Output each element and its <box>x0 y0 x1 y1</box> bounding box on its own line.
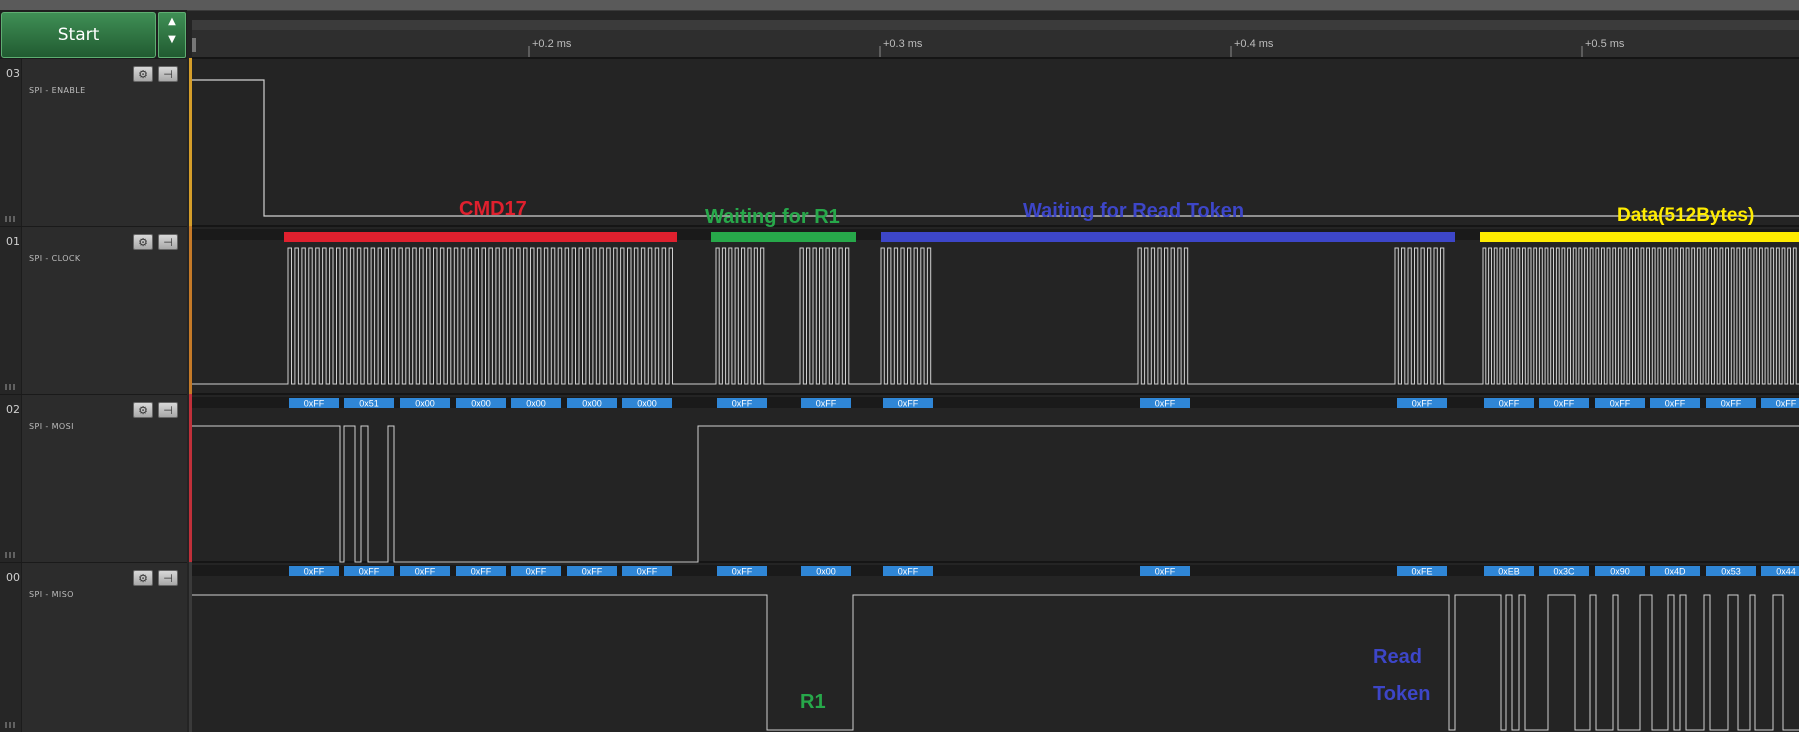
mosi-byte-label: 0x00 <box>471 399 491 409</box>
mosi-byte-label: 0x00 <box>582 399 602 409</box>
phase-label-data: Data(512Bytes) <box>1617 205 1754 226</box>
phase-label-waiting-r1: Waiting for R1 <box>705 206 840 228</box>
mosi-byte-label: 0x51 <box>359 399 379 409</box>
mosi-byte-label: 0xFF <box>1155 399 1176 409</box>
scroll-track[interactable] <box>192 20 1799 30</box>
phase-label-waiting-token: Waiting for Read Token <box>1023 200 1244 222</box>
drag-handle-icon[interactable] <box>5 216 17 222</box>
timeline-tick-label: +0.5 ms <box>1585 38 1625 50</box>
drag-handle-icon[interactable] <box>5 722 17 728</box>
miso-byte-label: 0x00 <box>816 567 836 577</box>
channel-name: SPI - MOSI <box>29 422 74 431</box>
miso-byte-label: 0x4D <box>1664 567 1686 577</box>
miso-byte-label: 0x44 <box>1776 567 1796 577</box>
mosi-byte-label: 0xFF <box>1412 399 1433 409</box>
miso-byte-label: 0xFF <box>732 567 753 577</box>
channel-row-miso: 00 SPI - MISO ⚙ ⊣ <box>0 562 187 732</box>
timeline-tick-label: +0.2 ms <box>532 38 572 50</box>
clock-waveform <box>192 247 1799 385</box>
channel-row-mosi: 02 SPI - MOSI ⚙ ⊣ <box>0 394 187 562</box>
phase-label-cmd17: CMD17 <box>459 198 527 220</box>
phase-bar-waiting-r1 <box>711 232 856 242</box>
gear-icon[interactable]: ⚙ <box>133 402 153 418</box>
phase-bar-waiting-token <box>881 232 1455 242</box>
waveform-plot[interactable]: +0.2 ms +0.3 ms +0.4 ms +0.5 ms CMD17 Waiti… <box>192 10 1799 732</box>
chevron-up-icon[interactable]: ▲ <box>159 13 185 31</box>
channel-number: 01 <box>0 227 22 394</box>
gear-icon[interactable]: ⚙ <box>133 570 153 586</box>
gear-icon[interactable]: ⚙ <box>133 234 153 250</box>
miso-byte-label: 0x3C <box>1553 567 1575 577</box>
trigger-edge-icon[interactable]: ⊣ <box>158 234 178 250</box>
channel-row-clock: 01 SPI - CLOCK ⚙ ⊣ <box>0 226 187 394</box>
miso-byte-label: 0xFE <box>1411 567 1432 577</box>
mosi-byte-label: 0x00 <box>415 399 435 409</box>
logic-analyzer-window: Start ▲ ▼ 03 SPI - ENABLE ⚙ ⊣ 01 SPI - C… <box>0 0 1799 732</box>
drag-handle-icon[interactable] <box>5 384 17 390</box>
miso-byte-label: 0xFF <box>359 567 380 577</box>
annotation-token: Token <box>1373 683 1430 705</box>
start-toolbar: Start ▲ ▼ <box>0 10 187 58</box>
miso-byte-label: 0xFF <box>582 567 603 577</box>
timeline-tick-label: +0.3 ms <box>883 38 923 50</box>
channel-name: SPI - ENABLE <box>29 86 86 95</box>
channel-number: 03 <box>0 59 22 226</box>
enable-waveform <box>192 79 1799 217</box>
miso-byte-label: 0xFF <box>471 567 492 577</box>
trigger-edge-icon[interactable]: ⊣ <box>158 402 178 418</box>
mosi-byte-label: 0xFF <box>1776 399 1797 409</box>
chevron-down-icon[interactable]: ▼ <box>159 31 185 49</box>
mosi-byte-label: 0xFF <box>304 399 325 409</box>
phase-bar-data <box>1480 232 1799 242</box>
drag-handle-icon[interactable] <box>5 552 17 558</box>
mosi-byte-label: 0xFF <box>816 399 837 409</box>
miso-byte-label: 0x53 <box>1721 567 1741 577</box>
channel-row-enable: 03 SPI - ENABLE ⚙ ⊣ <box>0 58 187 226</box>
timeline-ruler[interactable] <box>192 30 1799 58</box>
mosi-waveform <box>192 425 1799 563</box>
mosi-byte-label: 0x00 <box>637 399 657 409</box>
miso-byte-label: 0xEB <box>1498 567 1520 577</box>
miso-byte-label: 0xFF <box>526 567 547 577</box>
mosi-byte-label: 0x00 <box>526 399 546 409</box>
annotation-r1: R1 <box>800 691 826 713</box>
mosi-byte-label: 0xFF <box>732 399 753 409</box>
trigger-edge-icon[interactable]: ⊣ <box>158 66 178 82</box>
miso-byte-label: 0xFF <box>1155 567 1176 577</box>
mosi-byte-label: 0xFF <box>1721 399 1742 409</box>
mosi-byte-label: 0xFF <box>1554 399 1575 409</box>
start-button[interactable]: Start <box>1 12 156 58</box>
phase-bar-cmd17 <box>284 232 677 242</box>
mosi-byte-label: 0xFF <box>1610 399 1631 409</box>
mosi-byte-label: 0xFF <box>1499 399 1520 409</box>
miso-byte-label: 0xFF <box>637 567 658 577</box>
channel-name: SPI - CLOCK <box>29 254 81 263</box>
miso-byte-label: 0xFF <box>898 567 919 577</box>
channel-number: 02 <box>0 395 22 562</box>
gear-icon[interactable]: ⚙ <box>133 66 153 82</box>
channel-number: 00 <box>0 563 22 732</box>
mosi-byte-label: 0xFF <box>1665 399 1686 409</box>
miso-waveform <box>192 594 1799 731</box>
mosi-byte-label: 0xFF <box>898 399 919 409</box>
miso-byte-label: 0x90 <box>1610 567 1630 577</box>
start-options-stepper[interactable]: ▲ ▼ <box>158 12 186 58</box>
time-cursor-marker[interactable] <box>192 38 196 52</box>
annotation-read: Read <box>1373 646 1422 668</box>
miso-byte-label: 0xFF <box>304 567 325 577</box>
trigger-edge-icon[interactable]: ⊣ <box>158 570 178 586</box>
timeline-tick-label: +0.4 ms <box>1234 38 1274 50</box>
channel-name: SPI - MISO <box>29 590 74 599</box>
miso-byte-label: 0xFF <box>415 567 436 577</box>
